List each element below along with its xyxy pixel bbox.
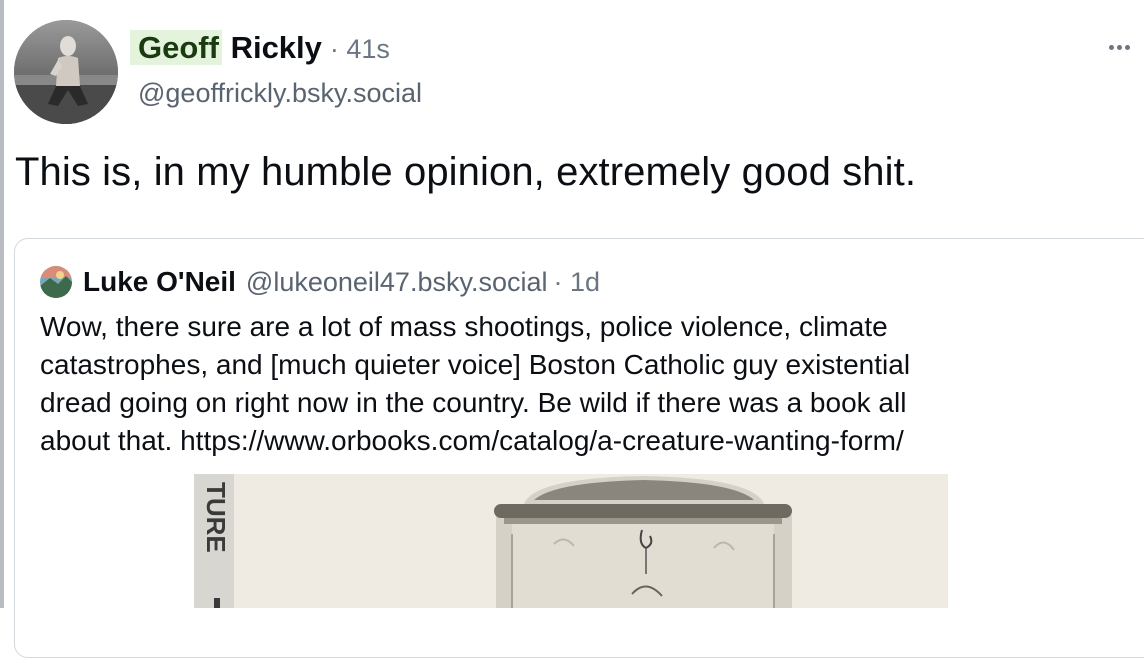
- book-spine-text: TURE: [201, 482, 231, 553]
- book-cover-image: TURE: [194, 474, 948, 608]
- quoted-post-image[interactable]: TURE: [194, 474, 948, 608]
- more-horizontal-icon: [1124, 44, 1130, 50]
- quoted-text-line: Wow, there sure are a lot of mass shooti…: [40, 311, 888, 342]
- more-options-button[interactable]: [1106, 38, 1132, 56]
- avatar-photo-icon: [40, 266, 72, 298]
- quoted-author-avatar[interactable]: [40, 266, 72, 298]
- quoted-post-timestamp[interactable]: · 1d: [553, 267, 600, 298]
- author-last-name: Rickly: [230, 30, 322, 65]
- left-edge-divider: [0, 0, 4, 608]
- more-horizontal-icon: [1116, 44, 1122, 50]
- author-handle[interactable]: @geoffrickly.bsky.social: [138, 78, 422, 109]
- quoted-author-handle[interactable]: @lukeoneil47.bsky.social: [246, 267, 548, 298]
- avatar-photo-icon: [14, 20, 118, 124]
- quoted-post-header: Luke O'Neil @lukeoneil47.bsky.social · 1…: [40, 266, 600, 298]
- quoted-text-line: catastrophes, and [much quieter voice] B…: [40, 349, 911, 380]
- more-horizontal-icon: [1108, 44, 1114, 50]
- author-avatar[interactable]: [14, 20, 118, 124]
- quoted-text-line: about that. https://www.orbooks.com/cata…: [40, 425, 904, 456]
- author-header: Geoff Rickly · 41s: [130, 30, 390, 66]
- post-text: This is, in my humble opinion, extremely…: [15, 150, 917, 194]
- quoted-text-line: dread going on right now in the country.…: [40, 387, 907, 418]
- quoted-author-name[interactable]: Luke O'Neil: [83, 266, 236, 298]
- author-first-name: Geoff: [130, 30, 222, 65]
- quoted-post-text: Wow, there sure are a lot of mass shooti…: [40, 308, 1130, 460]
- post-timestamp[interactable]: · 41s: [330, 34, 390, 65]
- author-display-name[interactable]: Geoff Rickly: [130, 30, 322, 66]
